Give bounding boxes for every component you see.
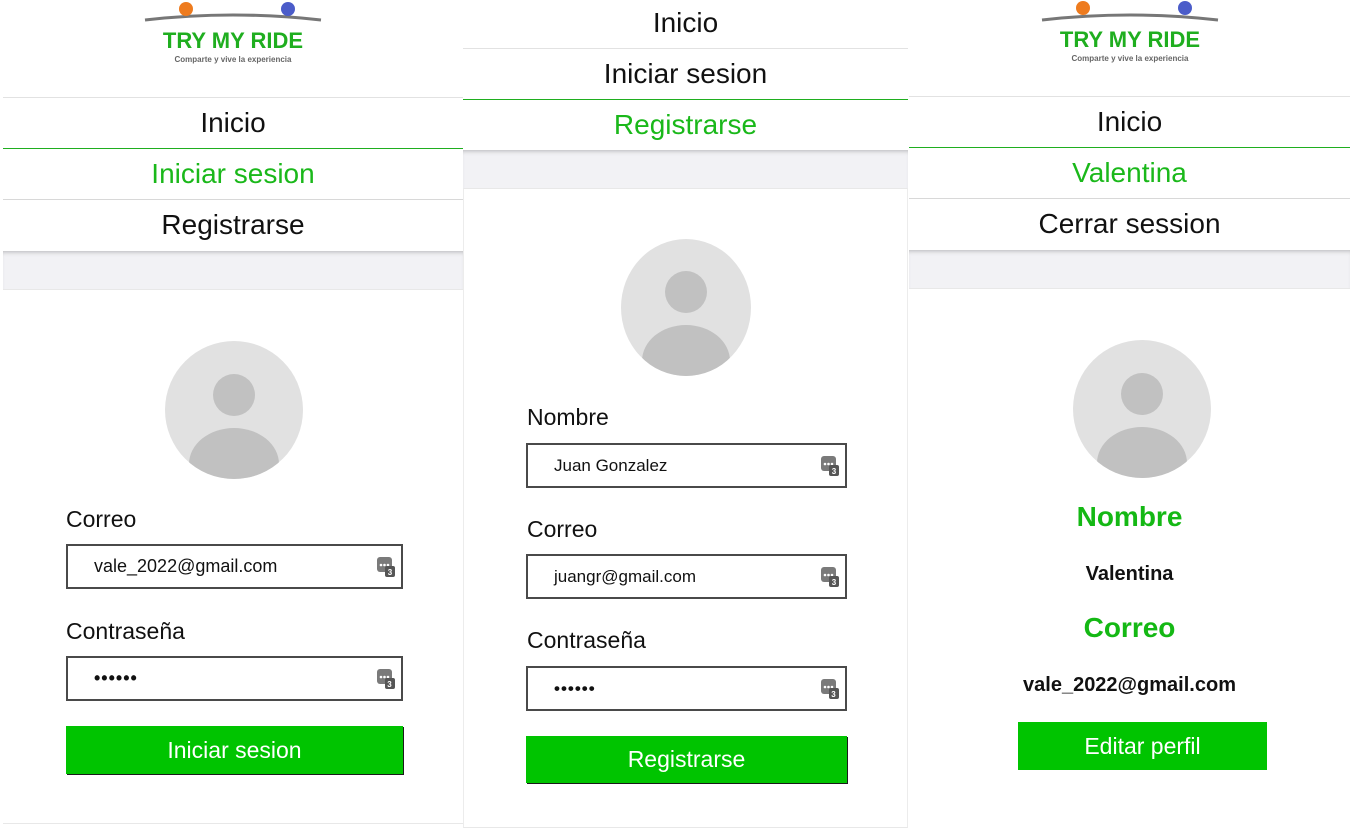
nombre-input-value: Juan Gonzalez (554, 456, 668, 475)
svg-text:TRY MY RIDE: TRY MY RIDE (1059, 27, 1199, 52)
svg-text:3: 3 (831, 690, 836, 699)
password-label: Contraseña (527, 627, 646, 653)
password-manager-icon[interactable]: 3 (821, 567, 839, 587)
nav-separator-band (909, 250, 1350, 288)
logo-mark-icon: TRY MY RIDE Comparte y vive la experienc… (144, 2, 322, 64)
correo-input[interactable]: juangr@gmail.com 3 (526, 554, 847, 599)
registrarse-button[interactable]: Registrarse (526, 736, 847, 783)
brand-logo[interactable]: TRY MY RIDE Comparte y vive la experienc… (909, 0, 1350, 97)
correo-input[interactable]: vale_2022@gmail.com 3 (66, 544, 403, 589)
nav-cerrar-session[interactable]: Cerrar session (909, 198, 1350, 249)
editar-perfil-button[interactable]: Editar perfil (1018, 722, 1267, 770)
svg-text:3: 3 (388, 568, 393, 577)
logo-mark-icon: TRY MY RIDE Comparte y vive la experienc… (1041, 1, 1218, 63)
nav-iniciar-sesion[interactable]: Iniciar sesion (3, 148, 463, 199)
nav-user-valentina[interactable]: Valentina (909, 147, 1350, 198)
register-card: Nombre Juan Gonzalez 3 Correo juangr@gma… (463, 188, 908, 828)
register-screen: Inicio Iniciar sesion Registrarse Nombre… (463, 0, 908, 828)
correo-input-value: juangr@gmail.com (554, 567, 696, 586)
nav-registrarse[interactable]: Registrarse (3, 199, 463, 250)
password-input-value: •••••• (94, 668, 138, 688)
iniciar-sesion-button[interactable]: Iniciar sesion (66, 726, 403, 774)
main-nav: Inicio Iniciar sesion Registrarse (3, 97, 463, 250)
nav-inicio[interactable]: Inicio (909, 96, 1350, 147)
nav-inicio[interactable]: Inicio (3, 97, 463, 148)
password-input[interactable]: •••••• 3 (526, 666, 847, 711)
nombre-value: Valentina (1085, 563, 1174, 585)
avatar-placeholder-icon (1073, 340, 1211, 478)
nav-iniciar-sesion[interactable]: Iniciar sesion (463, 48, 908, 99)
password-manager-icon[interactable]: 3 (377, 557, 395, 577)
password-manager-icon[interactable]: 3 (377, 669, 395, 689)
avatar-placeholder-icon (621, 239, 751, 376)
svg-text:Comparte y vive la experiencia: Comparte y vive la experiencia (175, 55, 293, 64)
svg-text:3: 3 (832, 578, 837, 587)
brand-logo[interactable]: TRY MY RIDE Comparte y vive la experienc… (3, 0, 463, 97)
main-nav: Inicio Valentina Cerrar session (909, 96, 1350, 249)
svg-text:Comparte y vive la experiencia: Comparte y vive la experiencia (1071, 54, 1189, 63)
nav-separator-band (463, 150, 908, 188)
password-input[interactable]: •••••• 3 (66, 656, 403, 701)
correo-label: Correo (66, 506, 137, 532)
correo-value: vale_2022@gmail.com (1023, 674, 1236, 696)
svg-text:3: 3 (832, 467, 837, 476)
nombre-input[interactable]: Juan Gonzalez 3 (526, 443, 847, 488)
correo-label: Correo (527, 516, 598, 542)
nombre-heading: Nombre (1076, 501, 1183, 532)
svg-text:3: 3 (387, 680, 392, 689)
profile-screen: TRY MY RIDE Comparte y vive la experienc… (909, 0, 1350, 828)
profile-card: Nombre Valentina Correo vale_2022@gmail.… (909, 288, 1350, 828)
nav-inicio[interactable]: Inicio (463, 0, 908, 48)
login-card: Correo vale_2022@gmail.com 3 Contraseña … (3, 289, 463, 824)
password-manager-icon[interactable]: 3 (821, 456, 839, 476)
svg-text:TRY MY RIDE: TRY MY RIDE (163, 28, 303, 53)
password-input-value: •••••• (554, 679, 596, 698)
login-screen: TRY MY RIDE Comparte y vive la experienc… (3, 0, 463, 828)
main-nav: Inicio Iniciar sesion Registrarse (463, 0, 908, 150)
correo-input-value: vale_2022@gmail.com (94, 556, 278, 576)
password-manager-icon[interactable]: 3 (821, 679, 839, 699)
nombre-label: Nombre (527, 404, 609, 430)
password-label: Contraseña (66, 618, 185, 644)
avatar-placeholder-icon (165, 341, 303, 479)
nav-registrarse[interactable]: Registrarse (463, 99, 908, 150)
correo-heading: Correo (1083, 612, 1176, 643)
nav-separator-band (3, 251, 463, 289)
